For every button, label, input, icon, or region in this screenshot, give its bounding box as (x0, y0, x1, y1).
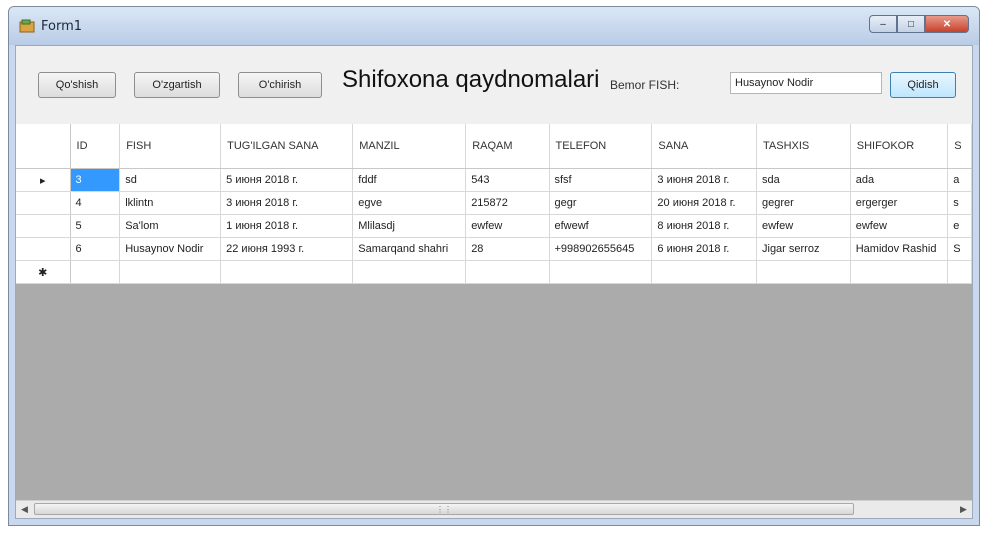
table-cell[interactable]: 1 июня 2018 г. (220, 214, 354, 238)
scrollbar-thumb[interactable]: ⋮⋮ (34, 503, 854, 515)
table-cell[interactable]: 3 июня 2018 г. (651, 168, 757, 192)
table-cell[interactable]: gegrer (756, 191, 851, 215)
column-header[interactable]: ID (70, 124, 121, 169)
table-cell[interactable] (850, 260, 949, 284)
column-header[interactable]: TELEFON (549, 124, 653, 169)
records-table: ID FISH TUG'ILGAN SANA MANZIL RAQAM TELE… (16, 124, 972, 284)
table-cell[interactable] (756, 260, 851, 284)
table-cell[interactable]: e (947, 214, 972, 238)
column-header[interactable]: RAQAM (465, 124, 550, 169)
table-cell[interactable]: Hamidov Rashid (850, 237, 949, 261)
table-cell[interactable]: S (947, 237, 972, 261)
table-cell[interactable]: gegr (549, 191, 653, 215)
table-cell[interactable]: fddf (352, 168, 467, 192)
table-cell[interactable]: 4 (70, 191, 121, 215)
table-cell[interactable]: ada (850, 168, 949, 192)
page-title: Shifoxona qaydnomalari (342, 66, 600, 93)
patient-name-label: Bemor FISH: (610, 78, 680, 92)
table-cell[interactable]: 3 июня 2018 г. (220, 191, 354, 215)
table-cell[interactable]: ergerger (850, 191, 949, 215)
table-cell[interactable]: ewfew (465, 214, 550, 238)
form-client-area: Qo'shish O'zgartish O'chirish Shifoxona … (15, 45, 973, 519)
table-cell[interactable] (465, 260, 550, 284)
column-header[interactable]: TASHXIS (756, 124, 851, 169)
title-bar[interactable]: Form1 – □ ✕ (9, 7, 979, 45)
table-cell[interactable]: Mlilasdj (352, 214, 467, 238)
table-cell[interactable]: 28 (465, 237, 550, 261)
table-cell[interactable]: +998902655645 (549, 237, 653, 261)
table-cell[interactable] (352, 260, 467, 284)
new-row[interactable]: ✱ (16, 260, 972, 284)
table-row[interactable]: 6 Husaynov Nodir 22 июня 1993 г. Samarqa… (16, 237, 972, 261)
table-cell[interactable] (70, 260, 121, 284)
data-grid[interactable]: ID FISH TUG'ILGAN SANA MANZIL RAQAM TELE… (16, 124, 972, 518)
table-cell[interactable] (651, 260, 757, 284)
table-cell[interactable]: Jigar serroz (756, 237, 851, 261)
close-icon[interactable]: ✕ (925, 15, 969, 33)
table-cell[interactable]: 6 июня 2018 г. (651, 237, 757, 261)
scroll-left-icon[interactable]: ◀ (16, 501, 33, 518)
table-cell[interactable]: Husaynov Nodir (119, 237, 222, 261)
row-header[interactable] (16, 191, 71, 215)
table-cell[interactable]: egve (352, 191, 467, 215)
patient-search-input[interactable] (730, 72, 882, 94)
table-cell[interactable]: Samarqand shahri (352, 237, 467, 261)
window-controls: – □ ✕ (869, 15, 969, 33)
table-cell[interactable]: 5 (70, 214, 121, 238)
window-title: Form1 (41, 19, 83, 34)
column-header[interactable]: S (947, 124, 972, 169)
table-cell[interactable]: ewfew (850, 214, 949, 238)
table-row[interactable]: 4 lklintn 3 июня 2018 г. egve 215872 geg… (16, 191, 972, 215)
horizontal-scrollbar[interactable]: ◀ ⋮⋮ ▶ (16, 500, 972, 518)
table-cell[interactable]: 20 июня 2018 г. (651, 191, 757, 215)
app-icon (19, 19, 35, 33)
table-cell[interactable]: sda (756, 168, 851, 192)
table-cell[interactable]: 22 июня 1993 г. (220, 237, 354, 261)
table-cell[interactable] (220, 260, 354, 284)
table-cell[interactable]: Sa'lom (119, 214, 222, 238)
table-cell[interactable]: lklintn (119, 191, 222, 215)
row-header[interactable] (16, 214, 71, 238)
row-header[interactable] (16, 237, 71, 261)
app-window: Form1 – □ ✕ Qo'shish O'zgartish O'chiris… (8, 6, 980, 526)
table-cell[interactable]: 5 июня 2018 г. (220, 168, 354, 192)
column-header[interactable]: MANZIL (352, 124, 467, 169)
table-cell[interactable]: 215872 (465, 191, 550, 215)
scroll-right-icon[interactable]: ▶ (955, 501, 972, 518)
header-row: ID FISH TUG'ILGAN SANA MANZIL RAQAM TELE… (16, 124, 972, 169)
table-cell[interactable]: 3 (70, 168, 121, 192)
current-row-arrow-icon[interactable]: ▸ (16, 168, 71, 192)
table-row[interactable]: ▸ 3 sd 5 июня 2018 г. fddf 543 sfsf 3 ию… (16, 168, 972, 192)
table-cell[interactable] (549, 260, 653, 284)
maximize-icon[interactable]: □ (897, 15, 925, 33)
minimize-icon[interactable]: – (869, 15, 897, 33)
table-cell[interactable]: sd (119, 168, 222, 192)
table-cell[interactable]: 6 (70, 237, 121, 261)
table-cell[interactable]: s (947, 191, 972, 215)
edit-button[interactable]: O'zgartish (134, 72, 220, 98)
table-cell[interactable]: sfsf (549, 168, 653, 192)
toolbar: Qo'shish O'zgartish O'chirish Shifoxona … (16, 46, 972, 122)
column-header[interactable]: FISH (119, 124, 222, 169)
table-cell[interactable]: 8 июня 2018 г. (651, 214, 757, 238)
table-cell[interactable] (947, 260, 972, 284)
corner-header[interactable] (16, 124, 71, 169)
new-row-asterisk-icon[interactable]: ✱ (16, 260, 71, 284)
delete-button[interactable]: O'chirish (238, 72, 322, 98)
table-cell[interactable]: 543 (465, 168, 550, 192)
column-header[interactable]: SANA (651, 124, 757, 169)
table-cell[interactable]: a (947, 168, 972, 192)
table-cell[interactable] (119, 260, 222, 284)
search-button[interactable]: Qidish (890, 72, 956, 98)
column-header[interactable]: SHIFOKOR (850, 124, 949, 169)
table-row[interactable]: 5 Sa'lom 1 июня 2018 г. Mlilasdj ewfew e… (16, 214, 972, 238)
add-button[interactable]: Qo'shish (38, 72, 116, 98)
column-header[interactable]: TUG'ILGAN SANA (220, 124, 354, 169)
table-cell[interactable]: efwewf (549, 214, 653, 238)
table-cell[interactable]: ewfew (756, 214, 851, 238)
